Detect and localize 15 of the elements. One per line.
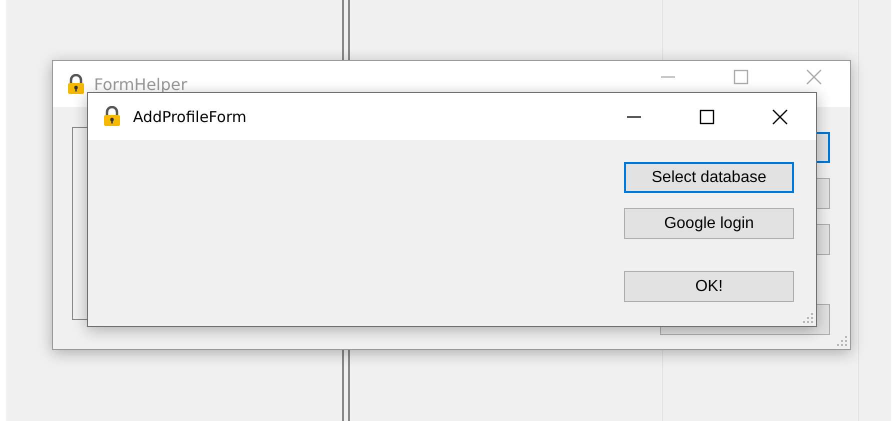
- close-icon: [806, 69, 822, 85]
- lock-icon: [103, 106, 121, 127]
- dialog-button[interactable]: Google login: [624, 208, 794, 239]
- lock-icon: [67, 74, 85, 94]
- window-title: FormHelper: [94, 74, 188, 94]
- minimize-icon: [660, 76, 676, 78]
- dialog-button[interactable]: Select database: [624, 162, 794, 193]
- close-icon: [772, 108, 788, 124]
- dialog-button[interactable]: OK!: [624, 271, 794, 302]
- window-title: AddProfileForm: [133, 108, 246, 126]
- resize-grip-icon: [837, 336, 847, 346]
- maximize-icon: [732, 69, 748, 85]
- maximize-icon: [698, 108, 714, 124]
- minimize-icon: [626, 116, 642, 118]
- resize-grip-icon: [803, 313, 813, 323]
